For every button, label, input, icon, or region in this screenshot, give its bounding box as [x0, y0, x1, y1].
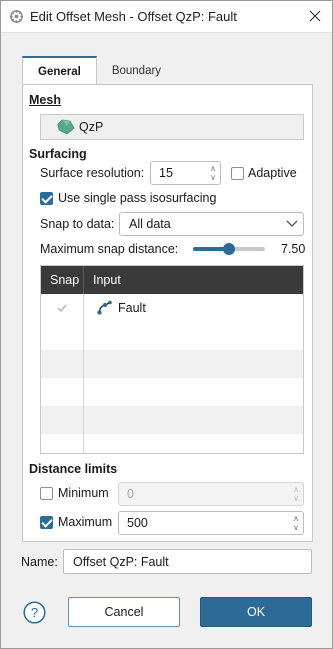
- minimum-stepper[interactable]: 0 ∧ ∨: [118, 482, 304, 506]
- app-icon: [9, 9, 24, 23]
- table-header: Snap Input: [41, 266, 303, 294]
- maximum-stepper[interactable]: 500 ∧ ∨: [118, 511, 304, 535]
- ok-button[interactable]: OK: [200, 597, 312, 627]
- table-row[interactable]: Fault: [41, 294, 303, 322]
- tab-general[interactable]: General: [22, 56, 97, 85]
- input-cell: [84, 350, 303, 378]
- surface-resolution-stepper[interactable]: 15 ∧ ∨: [150, 161, 221, 185]
- input-table: Snap Input Fault: [40, 265, 304, 454]
- mesh-selector[interactable]: QzP: [40, 114, 304, 140]
- close-icon[interactable]: [307, 8, 323, 24]
- max-snap-distance-value: 7.50: [281, 242, 306, 256]
- tab-boundary[interactable]: Boundary: [97, 56, 176, 85]
- general-panel: Mesh QzP Surfacing Surface resolution: 1…: [22, 84, 313, 542]
- title-bar: Edit Offset Mesh - Offset QzP: Fault: [0, 0, 333, 33]
- snap-to-data-label: Snap to data:: [40, 217, 115, 231]
- snap-cell: [41, 322, 84, 350]
- table-row[interactable]: [41, 378, 303, 406]
- minimum-label: Minimum: [58, 486, 109, 500]
- surfacing-section-label: Surfacing: [29, 147, 87, 161]
- snap-cell: [41, 294, 84, 322]
- stepper-arrows-icon[interactable]: ∧ ∨: [206, 164, 220, 182]
- table-row[interactable]: [41, 322, 303, 350]
- max-snap-distance-label: Maximum snap distance:: [40, 242, 179, 256]
- surface-resolution-value: 15: [159, 166, 173, 180]
- snap-cell: [41, 434, 84, 453]
- column-header-snap[interactable]: Snap: [41, 266, 84, 294]
- adaptive-label: Adaptive: [248, 166, 297, 180]
- name-field[interactable]: Offset QzP: Fault: [63, 549, 312, 574]
- column-header-input[interactable]: Input: [84, 266, 121, 294]
- cancel-button[interactable]: Cancel: [68, 597, 180, 627]
- input-cell: [84, 406, 303, 434]
- tab-bar: General Boundary: [22, 56, 176, 85]
- snap-cell: [41, 350, 84, 378]
- maximum-label: Maximum: [58, 515, 113, 529]
- mesh-icon: [57, 119, 75, 135]
- minimum-checkbox[interactable]: [40, 487, 53, 500]
- adaptive-checkbox[interactable]: [231, 167, 244, 180]
- snap-check-icon[interactable]: [56, 302, 68, 314]
- max-snap-distance-slider[interactable]: [191, 241, 269, 257]
- name-value: Offset QzP: Fault: [73, 554, 169, 569]
- input-cell: Fault: [84, 294, 303, 322]
- single-pass-label: Use single pass isosurfacing: [58, 191, 217, 205]
- input-cell: [84, 378, 303, 406]
- surface-resolution-label: Surface resolution:: [40, 166, 145, 180]
- fault-icon: [97, 300, 112, 315]
- mesh-section-label: Mesh: [29, 93, 61, 107]
- table-row[interactable]: [41, 350, 303, 378]
- svg-text:?: ?: [31, 605, 38, 620]
- snap-cell: [41, 378, 84, 406]
- maximum-value: 500: [127, 516, 148, 530]
- mesh-name: QzP: [79, 120, 104, 134]
- name-label: Name:: [21, 555, 58, 569]
- input-name: Fault: [118, 301, 146, 315]
- stepper-arrows-icon[interactable]: ∧ ∨: [289, 485, 303, 503]
- help-icon[interactable]: ?: [23, 601, 46, 624]
- table-row[interactable]: [41, 434, 303, 453]
- stepper-arrows-icon[interactable]: ∧ ∨: [289, 514, 303, 532]
- window-title: Edit Offset Mesh - Offset QzP: Fault: [30, 8, 237, 24]
- mesh-section-text: Mesh: [29, 93, 61, 107]
- maximum-checkbox[interactable]: [40, 516, 53, 529]
- snap-to-data-value: All data: [129, 217, 171, 231]
- snap-to-data-dropdown[interactable]: All data: [119, 212, 304, 236]
- single-pass-checkbox[interactable]: [40, 192, 53, 205]
- distance-limits-section-label: Distance limits: [29, 462, 118, 476]
- minimum-value: 0: [127, 487, 134, 501]
- chevron-down-icon: [281, 213, 303, 235]
- input-cell: [84, 434, 303, 453]
- table-row[interactable]: [41, 406, 303, 434]
- snap-cell: [41, 406, 84, 434]
- input-cell: [84, 322, 303, 350]
